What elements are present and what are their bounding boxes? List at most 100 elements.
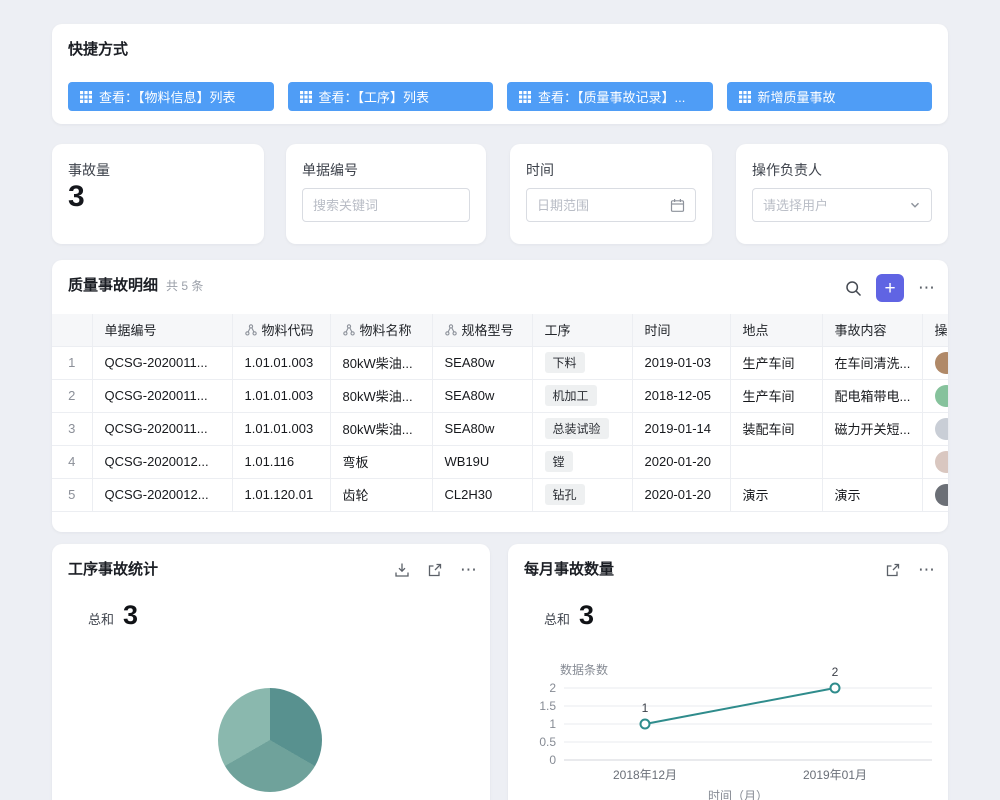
accident-count-value: 3 [68,180,85,214]
cell-content: 配电箱带电... [822,379,922,412]
pie-more-icon[interactable]: ⋯ [460,560,478,580]
svg-text:2018年12月: 2018年12月 [613,768,677,782]
line-total-value: 3 [579,600,594,631]
cell-time: 2020-01-20 [632,478,730,511]
open-in-new-icon[interactable] [427,562,443,578]
col-label: 物料代码 [262,323,314,338]
svg-text:1: 1 [642,701,649,715]
relation-icon [245,324,257,336]
line-x-axis-title: 时间（月） [708,789,768,800]
cell-content [822,445,922,478]
cell-operator [922,445,948,478]
operator-avatar [935,352,949,374]
cell-place: 演示 [730,478,822,511]
accident-count-label: 事故量 [68,160,110,180]
col-label: 物料名称 [360,323,412,338]
gridlines [564,688,932,742]
add-record-button[interactable]: + [876,274,904,302]
table-row[interactable]: 2 QCSG-2020011... 1.01.01.003 80kW柴油... … [52,379,948,412]
table-row[interactable]: 4 QCSG-2020012... 1.01.116 弯板 WB19U 镗 20… [52,445,948,478]
cell-material-code: 1.01.01.003 [232,379,330,412]
process-tag: 总装试验 [545,418,609,439]
col-material-name[interactable]: 物料名称 [330,314,432,346]
line-more-icon[interactable]: ⋯ [918,560,936,580]
operator-filter-label: 操作负责人 [752,160,822,180]
shortcut-label: 查看：【工序】列表 [319,87,430,106]
shortcut-add-quality-accident-button[interactable]: 新增质量事故 [727,82,933,111]
cell-time: 2020-01-20 [632,445,730,478]
col-material-code[interactable]: 物料代码 [232,314,330,346]
table-toolbar: + ⋯ [845,274,936,302]
cell-material-code: 1.01.120.01 [232,478,330,511]
shortcut-view-quality-records-button[interactable]: 查看：【质量事故记录】... [507,82,713,111]
cell-doc-no: QCSG-2020011... [92,346,232,379]
cell-spec: CL2H30 [432,478,532,511]
process-tag: 机加工 [545,385,597,406]
export-icon[interactable] [394,562,410,578]
operator-select[interactable] [752,188,932,222]
line-chart[interactable]: 数据条数 2 1.5 1 0.5 0 1 2 [508,652,948,800]
pie-chart: 机加工: 1(33.33%) 下料: 1(33.34%) 总装试验: 1(33.… [52,644,490,800]
shortcuts-title: 快捷方式 [68,38,128,59]
col-content[interactable]: 事故内容 [822,314,922,346]
table-header-row: 单据编号 物料代码 物料名称 规格型号 工序 时间 地点 事故内容 操作负责人 [52,314,948,346]
row-number-header [52,314,92,346]
shortcut-view-process-list-button[interactable]: 查看：【工序】列表 [288,82,494,111]
table-scroll-area[interactable]: 单据编号 物料代码 物料名称 规格型号 工序 时间 地点 事故内容 操作负责人 … [52,314,948,532]
shortcuts-card: 快捷方式 查看：【物料信息】列表 查看：【工序】列表 查看：【质量事故记录】..… [52,24,948,124]
cell-material-code: 1.01.01.003 [232,412,330,445]
shortcut-view-material-list-button[interactable]: 查看：【物料信息】列表 [68,82,274,111]
operator-avatar [935,484,949,506]
table-more-icon[interactable]: ⋯ [918,278,936,298]
table-row[interactable]: 1 QCSG-2020011... 1.01.01.003 80kW柴油... … [52,346,948,379]
doc-no-filter-card: 单据编号 [286,144,486,244]
doc-no-search-input[interactable] [313,198,459,213]
search-icon[interactable] [845,280,862,297]
row-number: 3 [52,412,92,445]
cell-doc-no: QCSG-2020011... [92,379,232,412]
cell-process: 总装试验 [532,412,632,445]
table-row[interactable]: 3 QCSG-2020011... 1.01.01.003 80kW柴油... … [52,412,948,445]
open-in-new-icon[interactable] [885,562,901,578]
table-row[interactable]: 5 QCSG-2020012... 1.01.120.01 齿轮 CL2H30 … [52,478,948,511]
data-point[interactable] [641,720,650,729]
pie-card-title: 工序事故统计 [68,558,158,579]
cell-material-code: 1.01.01.003 [232,346,330,379]
time-filter-input-wrap [526,188,696,222]
date-range-input[interactable] [537,198,664,213]
cell-time: 2019-01-14 [632,412,730,445]
shortcut-label: 新增质量事故 [758,87,836,106]
calendar-icon[interactable] [670,198,685,213]
pie-shape[interactable] [218,688,322,792]
shortcut-label: 查看：【质量事故记录】... [538,87,685,106]
pie-total: 总和 3 [88,600,138,631]
cell-material-code: 1.01.116 [232,445,330,478]
cell-place: 生产车间 [730,346,822,379]
monthly-accident-card: 每月事故数量 ⋯ 总和 3 数据条数 2 1.5 1 0.5 [508,544,948,800]
cell-operator [922,412,948,445]
cell-doc-no: QCSG-2020012... [92,478,232,511]
cell-material-name: 齿轮 [330,478,432,511]
cell-process: 下料 [532,346,632,379]
line-card-toolbar: ⋯ [885,560,936,580]
relation-icon [445,324,457,336]
grid-icon [739,91,751,103]
col-doc-no[interactable]: 单据编号 [92,314,232,346]
col-operator[interactable]: 操作负责人 [922,314,948,346]
cell-time: 2018-12-05 [632,379,730,412]
cell-doc-no: QCSG-2020012... [92,445,232,478]
data-point[interactable] [831,684,840,693]
col-process[interactable]: 工序 [532,314,632,346]
col-label: 规格型号 [462,323,514,338]
col-place[interactable]: 地点 [730,314,822,346]
col-time[interactable]: 时间 [632,314,730,346]
operator-select-input[interactable] [763,198,903,213]
cell-spec: SEA80w [432,412,532,445]
col-spec-model[interactable]: 规格型号 [432,314,532,346]
pie-card-toolbar: ⋯ [394,560,478,580]
cell-place: 装配车间 [730,412,822,445]
time-filter-label: 时间 [526,160,554,180]
svg-text:2019年01月: 2019年01月 [803,768,867,782]
pie-total-label: 总和 [88,609,114,628]
operator-filter-card: 操作负责人 [736,144,948,244]
